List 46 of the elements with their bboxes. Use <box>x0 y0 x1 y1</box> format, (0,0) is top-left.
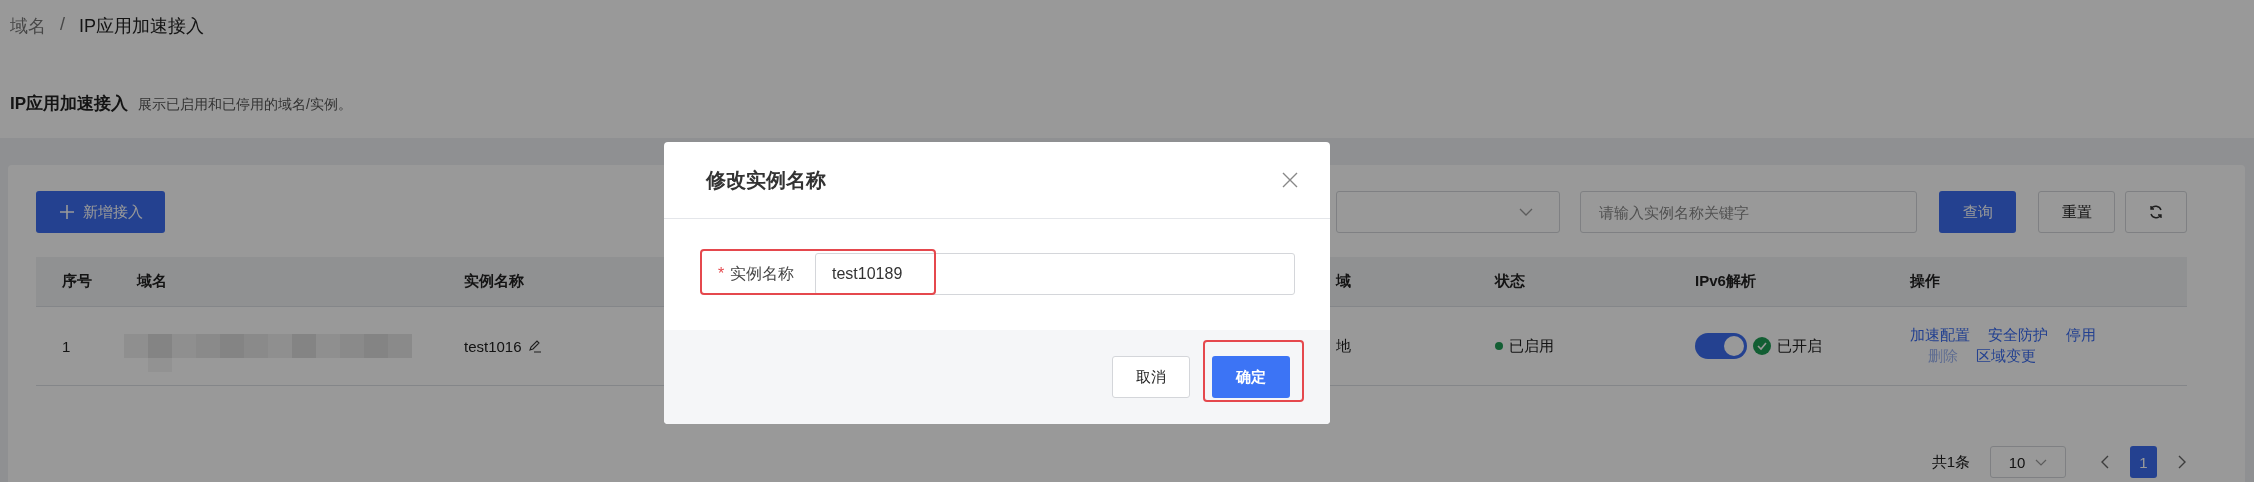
close-icon[interactable] <box>1282 172 1298 188</box>
status-text: 已启用 <box>1509 336 1554 356</box>
refresh-button[interactable] <box>2125 191 2187 233</box>
column-header: 域名 <box>137 272 167 291</box>
confirm-button[interactable]: 确定 <box>1212 356 1290 398</box>
table-cell: 1 <box>62 337 71 355</box>
page-size-select[interactable]: 10 <box>1990 446 2066 478</box>
table-cell: 地 <box>1336 336 1351 356</box>
page-description: 展示已启用和已停用的域名/实例。 <box>138 96 352 114</box>
total-count: 共1条 <box>1931 452 1970 472</box>
column-header: 状态 <box>1495 272 1525 291</box>
add-button[interactable]: 新增接入 <box>36 191 165 233</box>
pencil-icon[interactable] <box>527 339 542 353</box>
toggle-switch[interactable] <box>1695 333 1747 359</box>
page-number[interactable]: 1 <box>2130 446 2157 478</box>
column-header: IPv6解析 <box>1695 272 1756 291</box>
select-field[interactable] <box>1336 191 1560 233</box>
field-label: 实例名称 <box>730 263 795 284</box>
refresh-icon <box>2148 204 2164 220</box>
page-title: IP应用加速接入 <box>10 93 129 115</box>
query-button[interactable]: 查询 <box>1939 191 2016 233</box>
instance-name-field[interactable]: test10189 <box>815 253 1295 295</box>
instance-name: test1016 <box>464 337 522 355</box>
breadcrumb-item[interactable]: 域名 <box>10 14 46 38</box>
column-header: 序号 <box>62 272 92 291</box>
column-header: 操作 <box>1910 272 1940 291</box>
chevron-down-icon <box>1519 208 1533 216</box>
check-circle-icon <box>1753 337 1771 355</box>
plus-icon <box>58 204 75 220</box>
action-link[interactable]: 区域变更 <box>1976 347 2036 366</box>
dialog-title: 修改实例名称 <box>706 167 826 193</box>
action-link[interactable]: 停用 <box>2066 326 2096 345</box>
action-link[interactable]: 加速配置 <box>1910 326 1970 345</box>
chevron-down-icon <box>2035 458 2048 466</box>
ipv6-status-text: 已开启 <box>1777 336 1822 356</box>
cancel-button[interactable]: 取消 <box>1112 356 1190 398</box>
next-page-icon[interactable] <box>2177 455 2187 469</box>
search-field[interactable]: 请输入实例名称关键字 <box>1580 191 1917 233</box>
previous-page-icon[interactable] <box>2100 455 2110 469</box>
breadcrumb-item: IP应用加速接入 <box>79 15 205 38</box>
required-mark: * <box>718 265 725 283</box>
breadcrumb-separator: / <box>60 14 65 36</box>
column-header: 实例名称 <box>464 272 524 291</box>
reset-button[interactable]: 重置 <box>2038 191 2115 233</box>
action-link[interactable]: 安全防护 <box>1988 326 2048 345</box>
column-header: 域 <box>1336 272 1351 291</box>
